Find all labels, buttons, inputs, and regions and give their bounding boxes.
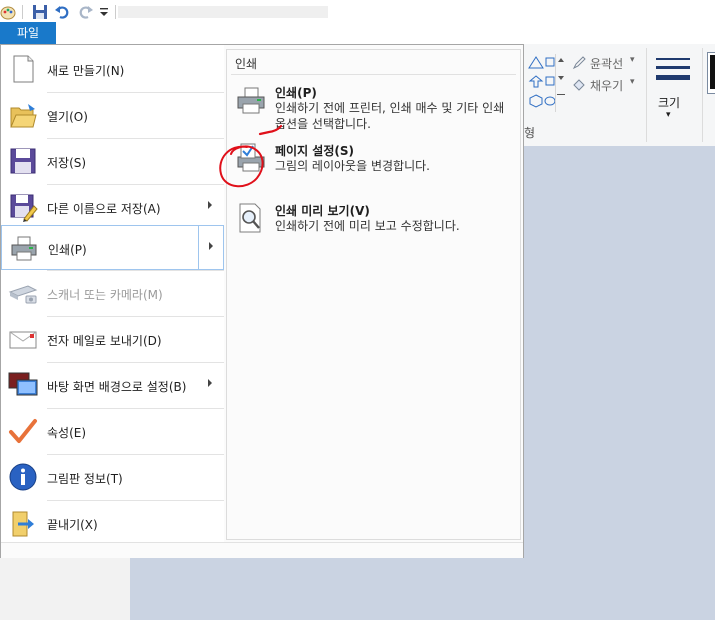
menu-item-email[interactable]: 전자 메일로 보내기(D)	[1, 317, 224, 362]
desktop-background-icon	[8, 372, 38, 396]
paint-app-icon	[0, 6, 16, 20]
menu-item-print[interactable]: 인쇄(P)	[1, 225, 224, 270]
red-annotation-mark	[219, 124, 283, 188]
submenu-arrow-icon	[209, 242, 213, 250]
outline-icon	[572, 56, 586, 70]
new-document-icon	[13, 55, 34, 83]
fill-label[interactable]: 채우기	[590, 77, 623, 94]
submenu-arrow-icon	[208, 201, 212, 209]
info-icon	[9, 463, 37, 491]
printer-icon	[11, 236, 37, 261]
size-label: 크기	[658, 96, 681, 110]
menu-item-exit[interactable]: 끝내기(X)	[1, 501, 224, 546]
print-option-desc: 인쇄하기 전에 미리 보고 수정합니다.	[275, 219, 460, 233]
gallery-scroll[interactable]	[555, 54, 566, 112]
fill-dropdown-icon[interactable]: ▾	[630, 77, 635, 87]
submenu-arrow-icon	[208, 379, 212, 387]
quick-access-toolbar	[0, 0, 715, 24]
menu-item-save[interactable]: 저장(S)	[1, 139, 224, 184]
customize-qat-icon[interactable]	[96, 4, 112, 20]
outline-label[interactable]: 윤곽선	[590, 55, 623, 72]
ribbon-visible-portion: 윤곽선 ▾ 채우기 ▾ 형 크기 ▾	[524, 44, 715, 147]
menu-item-label: 스캐너 또는 카메라(M)	[47, 288, 163, 302]
size-button[interactable]: 크기 ▾	[652, 48, 696, 134]
email-icon	[9, 331, 37, 349]
print-option-desc: 인쇄하기 전에 프린터, 인쇄 매수 및 기타 인쇄 옵션을 선택합니다.	[275, 101, 505, 131]
menu-item-about-paint[interactable]: 그림판 정보(T)	[1, 455, 224, 500]
printer-icon	[237, 87, 265, 114]
menu-item-label: 바탕 화면 배경으로 설정(B)	[47, 380, 187, 394]
file-menu: 새로 만들기(N) 열기(O) 저장(S) 다른 이름으로 저장(A) 인쇄(P…	[0, 44, 524, 558]
menu-item-label: 전자 메일로 보내기(D)	[47, 334, 162, 348]
ribbon-tab-bar	[0, 24, 715, 44]
print-option-title: 인쇄(P)	[275, 86, 317, 100]
menu-item-scanner: 스캐너 또는 카메라(M)	[1, 271, 224, 316]
save-icon[interactable]	[32, 4, 48, 20]
open-folder-icon	[10, 104, 37, 128]
print-submenu-panel: 인쇄 인쇄(P) 인쇄하기 전에 프린터, 인쇄 매수 및 기타 인쇄 옵션을 …	[219, 49, 521, 540]
menu-item-properties[interactable]: 속성(E)	[1, 409, 224, 454]
menu-item-open[interactable]: 열기(O)	[1, 93, 224, 138]
file-tab[interactable]: 파일	[0, 22, 56, 44]
exit-icon	[12, 511, 34, 537]
menu-item-label: 새로 만들기(N)	[47, 64, 125, 78]
blurred-title	[118, 6, 328, 18]
line-size-icon	[656, 58, 690, 80]
menu-item-label: 속성(E)	[47, 426, 87, 440]
print-option-preview[interactable]: 인쇄 미리 보기(V) 인쇄하기 전에 미리 보고 수정합니다.	[235, 202, 515, 254]
fill-icon	[573, 79, 585, 91]
print-preview-icon	[239, 203, 261, 233]
menu-item-label: 열기(O)	[47, 110, 88, 124]
size-dropdown-icon: ▾	[666, 110, 671, 120]
menu-item-label: 다른 이름으로 저장(A)	[47, 202, 161, 216]
menu-item-label: 저장(S)	[47, 156, 87, 170]
outline-dropdown-icon[interactable]: ▾	[630, 55, 635, 65]
print-option-title: 인쇄 미리 보기(V)	[275, 204, 370, 218]
shapes-gallery-icon[interactable]	[526, 54, 556, 112]
print-option-desc: 그림의 레이아웃을 변경합니다.	[275, 159, 430, 173]
menu-item-label: 그림판 정보(T)	[47, 472, 123, 486]
print-panel-title: 인쇄	[235, 57, 258, 71]
undo-icon[interactable]	[54, 4, 70, 20]
scanner-icon	[8, 285, 38, 304]
menu-item-save-as[interactable]: 다른 이름으로 저장(A)	[1, 185, 224, 230]
file-menu-commands: 새로 만들기(N) 열기(O) 저장(S) 다른 이름으로 저장(A) 인쇄(P…	[1, 45, 224, 542]
color-1-button[interactable]	[707, 52, 715, 94]
menu-item-label: 끝내기(X)	[47, 518, 98, 532]
menu-item-label: 인쇄(P)	[48, 243, 87, 257]
properties-check-icon	[9, 419, 37, 443]
save-as-icon	[10, 194, 38, 222]
redo-icon[interactable]	[78, 4, 94, 20]
menu-item-new[interactable]: 새로 만들기(N)	[1, 47, 224, 92]
blurred-region	[0, 555, 130, 620]
save-disk-icon	[10, 148, 36, 174]
menu-item-set-desktop-background[interactable]: 바탕 화면 배경으로 설정(B)	[1, 363, 224, 408]
shapes-group-label: 형	[524, 126, 536, 140]
